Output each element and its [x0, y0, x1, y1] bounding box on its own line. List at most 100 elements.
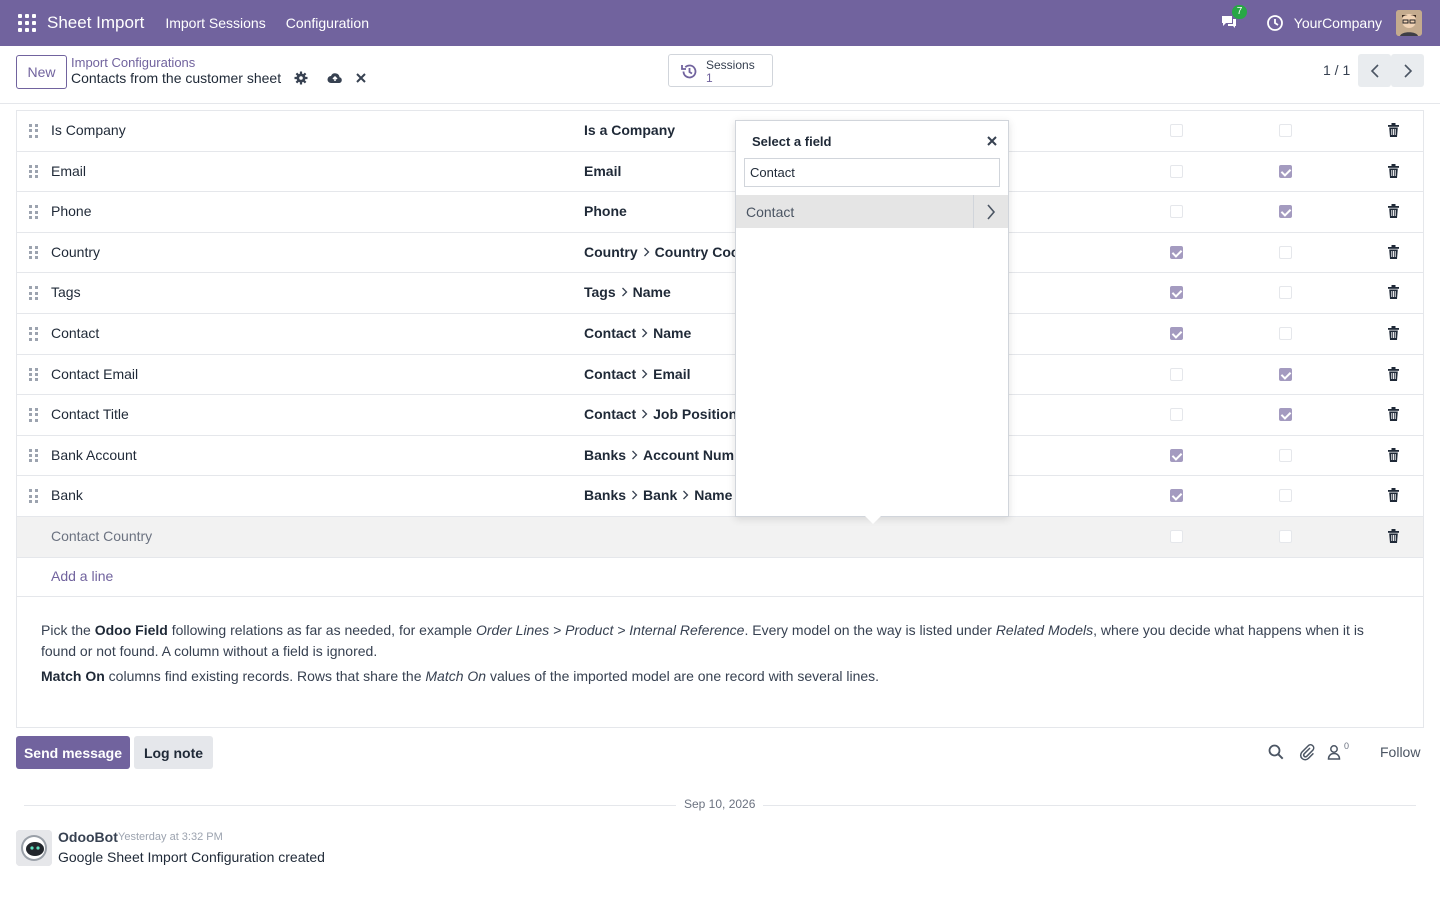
drag-handle-icon[interactable] [29, 367, 39, 382]
breadcrumb-parent[interactable]: Import Configurations [71, 55, 195, 70]
trash-icon[interactable] [1388, 366, 1399, 381]
paperclip-icon[interactable] [1298, 743, 1316, 761]
followers-icon[interactable] [1326, 743, 1344, 761]
app-brand[interactable]: Sheet Import [47, 13, 144, 33]
drag-handle-icon[interactable] [29, 286, 39, 301]
sheet-column-name[interactable]: Tags [51, 284, 81, 300]
trash-icon[interactable] [1388, 528, 1399, 543]
table-row[interactable]: Country Country Country Coc [17, 232, 1423, 274]
table-row[interactable]: Contact Contact Name [17, 313, 1423, 355]
pager-value[interactable]: 1 / 1 [1323, 62, 1350, 78]
sheet-column-name[interactable]: Contact Title [51, 406, 129, 422]
required-checkbox[interactable] [1279, 286, 1292, 300]
required-checkbox[interactable] [1279, 245, 1292, 259]
cloud-upload-save-icon[interactable] [327, 71, 343, 85]
trash-icon[interactable] [1388, 407, 1399, 422]
drag-handle-icon[interactable] [29, 448, 39, 463]
drag-handle-icon[interactable] [29, 326, 39, 341]
match-on-checkbox[interactable] [1170, 245, 1183, 259]
sheet-column-name[interactable]: Contact Email [51, 366, 138, 382]
discard-close-icon[interactable] [356, 71, 366, 85]
required-checkbox[interactable] [1279, 124, 1292, 137]
match-on-checkbox[interactable] [1170, 205, 1183, 219]
required-checkbox[interactable] [1279, 367, 1292, 381]
odoobot-avatar[interactable] [16, 830, 52, 866]
drag-handle-icon[interactable] [29, 124, 39, 138]
match-on-checkbox[interactable] [1170, 124, 1183, 137]
messages-icon[interactable]: 7 [1220, 5, 1248, 33]
odoo-field-path[interactable]: Country Country Coc [584, 244, 739, 260]
sheet-column-name[interactable]: Email [51, 163, 86, 179]
search-icon[interactable] [1267, 743, 1285, 761]
match-on-checkbox[interactable] [1170, 286, 1183, 300]
odoo-field-path[interactable]: Contact Email [584, 366, 690, 382]
required-checkbox[interactable] [1279, 164, 1292, 178]
required-checkbox[interactable] [1279, 326, 1292, 340]
add-line-link[interactable]: Add a line [51, 568, 113, 584]
trash-icon[interactable] [1388, 204, 1399, 219]
required-checkbox[interactable] [1279, 529, 1292, 543]
odoo-field-path[interactable]: Banks Bank Name [584, 487, 732, 503]
odoo-field-path[interactable]: Contact Job Position [584, 406, 737, 422]
table-row[interactable]: Phone Phone [17, 192, 1423, 233]
trash-icon[interactable] [1388, 285, 1399, 300]
drag-handle-icon[interactable] [29, 245, 39, 260]
match-on-checkbox[interactable] [1170, 489, 1183, 503]
table-row[interactable]: Contact Email Contact Email [17, 354, 1423, 396]
odoo-field-path[interactable]: Banks Account Numb [584, 447, 743, 463]
odoo-field-path[interactable]: Phone [584, 203, 627, 219]
required-checkbox[interactable] [1279, 408, 1292, 422]
table-row[interactable]: Contact Title Contact Job Position [17, 395, 1423, 436]
match-on-checkbox[interactable] [1170, 367, 1183, 381]
log-note-button[interactable]: Log note [134, 736, 213, 769]
trash-icon[interactable] [1388, 244, 1399, 259]
field-option-contact[interactable]: Contact [736, 195, 1008, 228]
sheet-column-name[interactable]: Contact [51, 325, 99, 341]
required-checkbox[interactable] [1279, 205, 1292, 219]
match-on-checkbox[interactable] [1170, 326, 1183, 340]
follow-button[interactable]: Follow [1380, 744, 1420, 760]
new-button[interactable]: New [16, 55, 67, 89]
gear-icon[interactable] [294, 71, 308, 85]
trash-icon[interactable] [1388, 325, 1399, 340]
odoo-field-path[interactable]: Contact Name [584, 325, 691, 341]
sheet-column-name[interactable]: Bank Account [51, 447, 137, 463]
sessions-smart-button[interactable]: Sessions 1 [668, 54, 773, 87]
table-row[interactable]: Bank Banks Bank Name [17, 476, 1423, 517]
pager-next-button[interactable] [1391, 54, 1424, 87]
trash-icon[interactable] [1388, 123, 1399, 137]
menu-import-sessions[interactable]: Import Sessions [165, 15, 265, 31]
close-icon[interactable] [986, 134, 998, 146]
odoo-field-path[interactable]: Email [584, 163, 621, 179]
trash-icon[interactable] [1388, 488, 1399, 503]
match-on-checkbox[interactable] [1170, 164, 1183, 178]
match-on-checkbox[interactable] [1170, 408, 1183, 422]
drag-handle-icon[interactable] [29, 489, 39, 503]
table-row[interactable]: Bank Account Banks Account Numb [17, 435, 1423, 477]
apps-menu-icon[interactable] [18, 14, 36, 32]
sheet-column-name[interactable]: Phone [51, 203, 91, 219]
table-row[interactable]: Email Email [17, 151, 1423, 193]
drag-handle-icon[interactable] [29, 164, 39, 179]
sheet-column-name[interactable]: Contact Country [51, 528, 152, 544]
trash-icon[interactable] [1388, 447, 1399, 462]
drag-handle-icon[interactable] [29, 205, 39, 219]
trash-icon[interactable] [1388, 163, 1399, 178]
required-checkbox[interactable] [1279, 448, 1292, 462]
sheet-column-name[interactable]: Is Company [51, 122, 126, 138]
table-row[interactable]: Contact Country [17, 516, 1423, 558]
activity-clock-icon[interactable] [1266, 14, 1284, 32]
odoo-field-path[interactable]: Tags Name [584, 284, 671, 300]
message-author[interactable]: OdooBot [58, 829, 118, 845]
match-on-checkbox[interactable] [1170, 529, 1183, 543]
match-on-checkbox[interactable] [1170, 448, 1183, 462]
sheet-column-name[interactable]: Country [51, 244, 100, 260]
menu-configuration[interactable]: Configuration [286, 15, 369, 31]
pager-previous-button[interactable] [1358, 54, 1391, 87]
send-message-button[interactable]: Send message [16, 736, 130, 769]
required-checkbox[interactable] [1279, 489, 1292, 503]
drag-handle-icon[interactable] [29, 408, 39, 422]
sheet-column-name[interactable]: Bank [51, 487, 83, 503]
user-avatar[interactable] [1396, 10, 1422, 36]
table-row[interactable]: Is Company Is a Company [17, 111, 1423, 152]
